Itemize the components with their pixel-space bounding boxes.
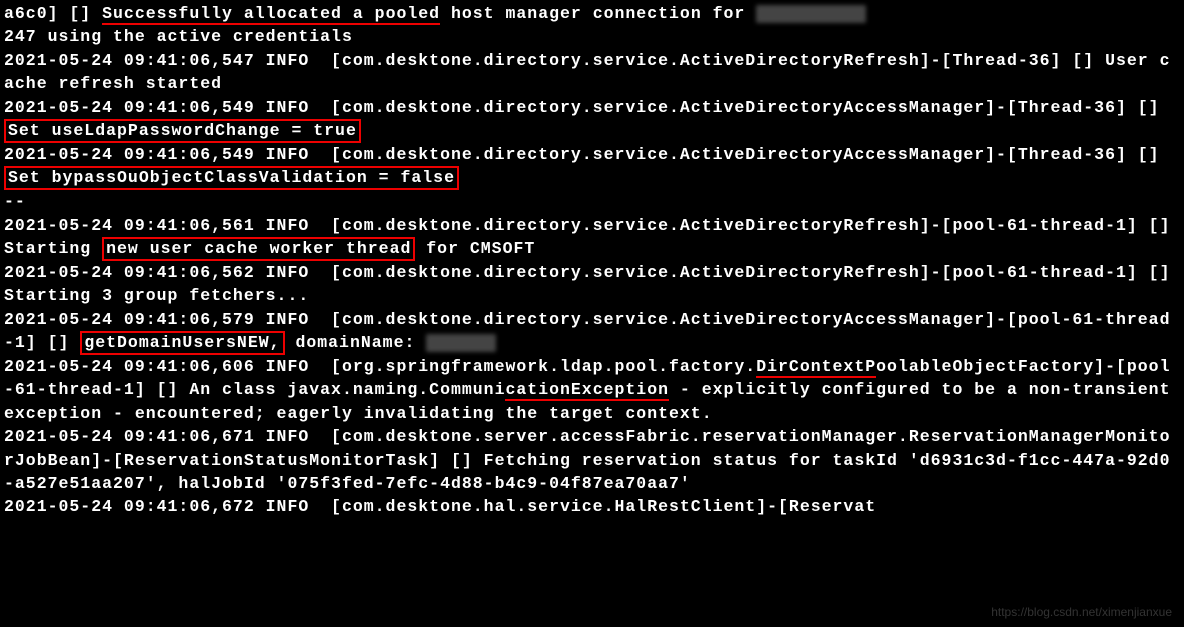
highlight-box: getDomainUsersNEW, bbox=[80, 331, 284, 355]
log-line: for CMSOFT bbox=[415, 239, 535, 258]
terminal-output: a6c0] [] Successfully allocated a pooled… bbox=[4, 2, 1180, 519]
watermark-text: https://blog.csdn.net/ximenjianxue bbox=[991, 604, 1172, 621]
highlight-box: Set useLdapPasswordChange = true bbox=[4, 119, 361, 143]
log-line: 2021-05-24 09:41:06,549 INFO [com.deskto… bbox=[4, 145, 1170, 164]
highlight-underline: Successfully allocated a pooled bbox=[102, 4, 440, 25]
highlight-underline: DirContextP bbox=[756, 357, 876, 378]
log-line: 2021-05-24 09:41:06,562 INFO [com.deskto… bbox=[4, 263, 1181, 305]
log-line: host manager connection for bbox=[440, 4, 756, 23]
log-line: 2021-05-24 09:41:06,606 INFO [org.spring… bbox=[4, 357, 756, 376]
log-line: 2021-05-24 09:41:06,547 INFO [com.deskto… bbox=[4, 51, 1170, 93]
highlight-box: new user cache worker thread bbox=[102, 237, 415, 261]
redacted-text bbox=[426, 334, 496, 352]
log-line: 2021-05-24 09:41:06,671 INFO [com.deskto… bbox=[4, 427, 1170, 493]
log-line: -- bbox=[4, 192, 26, 211]
highlight-underline: xception bbox=[582, 380, 669, 401]
highlight-underline: cationE bbox=[505, 380, 581, 401]
log-line: 247 using the active credentials bbox=[4, 27, 353, 46]
redacted-text bbox=[756, 5, 866, 23]
log-line: 2021-05-24 09:41:06,672 INFO [com.deskto… bbox=[4, 497, 876, 516]
log-line: a6c0] [] bbox=[4, 4, 102, 23]
highlight-box: Set bypassOuObjectClassValidation = fals… bbox=[4, 166, 459, 190]
log-line: domainName: bbox=[285, 333, 427, 352]
log-line: 2021-05-24 09:41:06,549 INFO [com.deskto… bbox=[4, 98, 1170, 117]
